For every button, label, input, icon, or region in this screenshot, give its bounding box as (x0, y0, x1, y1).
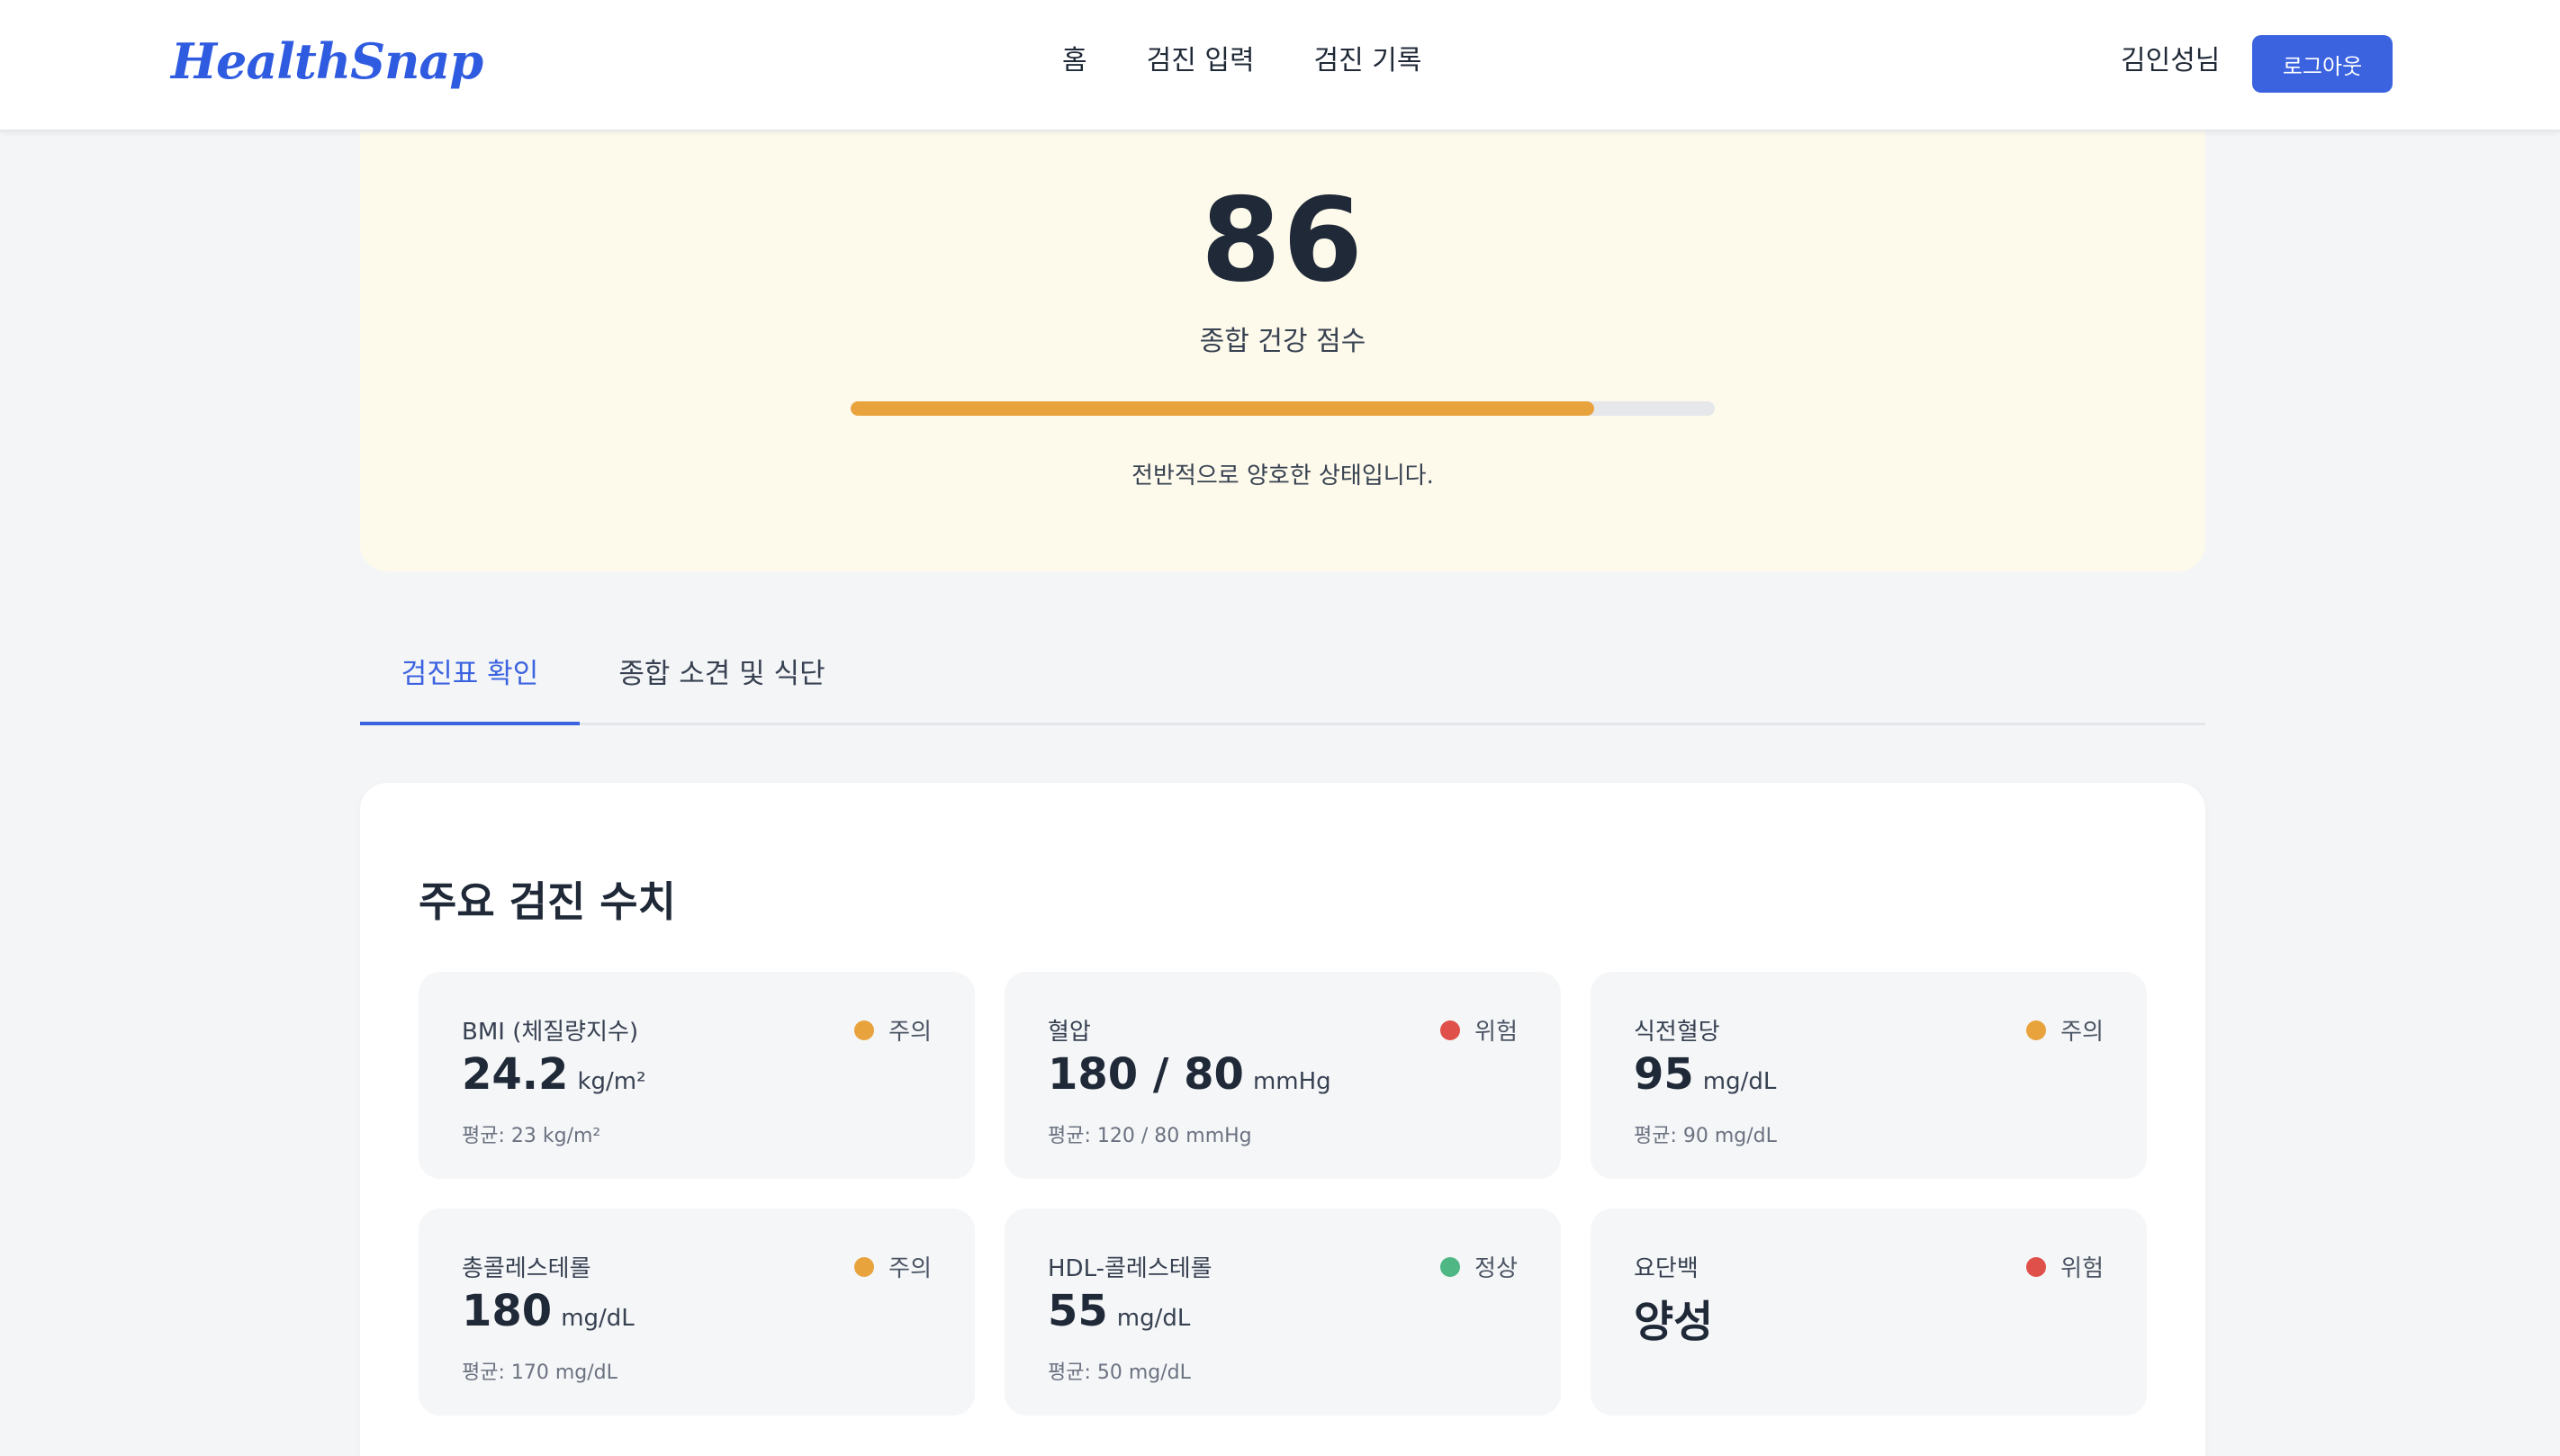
status-badge: 주의 (854, 1013, 932, 1047)
metric-card-fasting-glucose: 식전혈당 주의 95 mg/dL 평균: 90 mg/dL (1591, 972, 2147, 1179)
status-label: 주의 (2060, 1019, 2104, 1046)
health-score-value: 86 (1200, 174, 1366, 308)
healthsnap-logo[interactable]: HealthSnap (171, 32, 483, 90)
metric-name: 총콜레스테롤 (462, 1255, 591, 1282)
metric-average: 평균: 50 mg/dL (1048, 1362, 1191, 1384)
status-label: 정상 (1474, 1255, 1518, 1282)
metric-value: 55 (1048, 1286, 1108, 1336)
metric-average: 평균: 120 / 80 mmHg (1048, 1125, 1252, 1147)
metric-name: 요단백 (1634, 1255, 1699, 1282)
nav-checkup-input-link[interactable]: 검진 입력 (1147, 41, 1255, 81)
metric-value: 양성 (1634, 1297, 1714, 1347)
metric-card-urine-protein: 요단백 위험 양성 (1591, 1209, 2147, 1416)
metric-value-row: 양성 (1634, 1286, 1722, 1349)
metric-name: 식전혈당 (1634, 1019, 1720, 1046)
status-badge: 위험 (2026, 1250, 2104, 1283)
tab-summary-and-diet[interactable]: 종합 소견 및 식단 (580, 625, 864, 725)
metric-card-bmi: BMI (체질량지수) 주의 24.2 kg/m² 평균: 23 kg/m² (419, 972, 975, 1179)
metric-unit: mg/dL (561, 1305, 635, 1332)
status-dot-icon (2026, 1020, 2047, 1040)
metric-unit: kg/m² (577, 1068, 646, 1095)
status-badge: 정상 (1440, 1250, 1518, 1283)
key-metrics-card: 주요 검진 수치 BMI (체질량지수) 주의 24.2 kg/m² 평균: 2… (360, 783, 2205, 1456)
metric-average: 평균: 90 mg/dL (1634, 1125, 1777, 1147)
status-label: 주의 (888, 1255, 932, 1282)
section-title: 주요 검진 수치 (419, 877, 676, 926)
status-dot-icon (1440, 1256, 1461, 1277)
status-label: 주의 (888, 1019, 932, 1046)
metric-unit: mmHg (1252, 1068, 1331, 1095)
status-badge: 주의 (2026, 1013, 2104, 1047)
metrics-grid: BMI (체질량지수) 주의 24.2 kg/m² 평균: 23 kg/m² 혈… (419, 972, 2147, 1416)
metric-unit: mg/dL (1116, 1305, 1191, 1332)
health-score-card: 86 종합 건강 점수 전반적으로 양호한 상태입니다. (360, 90, 2205, 571)
metric-value-row: 180 mg/dL (462, 1286, 635, 1336)
status-dot-icon (854, 1256, 875, 1277)
metric-value: 180 / 80 (1048, 1049, 1244, 1100)
health-score-message: 전반적으로 양호한 상태입니다. (1131, 463, 1434, 490)
user-name: 김인성님 (2121, 45, 2221, 76)
logout-button[interactable]: 로그아웃 (2252, 35, 2393, 93)
main-nav: 홈 검진 입력 검진 기록 (1062, 41, 1421, 81)
tab-checkup-sheet[interactable]: 검진표 확인 (360, 625, 580, 725)
result-tabs: 검진표 확인 종합 소견 및 식단 (360, 625, 2205, 725)
metric-value-row: 95 mg/dL (1634, 1049, 1776, 1100)
status-label: 위험 (2060, 1255, 2104, 1282)
status-badge: 위험 (1440, 1013, 1518, 1047)
top-header: HealthSnap 홈 검진 입력 검진 기록 김인성님 로그아웃 (0, 0, 2560, 131)
metric-name: HDL-콜레스테롤 (1048, 1255, 1212, 1282)
metric-value: 180 (462, 1286, 553, 1336)
metric-card-total-cholesterol: 총콜레스테롤 주의 180 mg/dL 평균: 170 mg/dL (419, 1209, 975, 1416)
metric-average: 평균: 23 kg/m² (462, 1125, 601, 1147)
metric-average: 평균: 170 mg/dL (462, 1362, 617, 1384)
status-badge: 주의 (854, 1250, 932, 1283)
health-score-progress-bar (851, 401, 1715, 416)
metric-value-row: 180 / 80 mmHg (1048, 1049, 1331, 1100)
metric-value-row: 24.2 kg/m² (462, 1049, 646, 1100)
metric-card-hdl-cholesterol: HDL-콜레스테롤 정상 55 mg/dL 평균: 50 mg/dL (1005, 1209, 1561, 1416)
status-label: 위험 (1474, 1019, 1518, 1046)
metric-name: 혈압 (1048, 1019, 1091, 1046)
metric-value-row: 55 mg/dL (1048, 1286, 1190, 1336)
metric-value: 24.2 (462, 1049, 569, 1100)
nav-home-link[interactable]: 홈 (1062, 41, 1087, 81)
metric-unit: mg/dL (1702, 1068, 1777, 1095)
health-score-label: 종합 건강 점수 (1199, 326, 1366, 357)
status-dot-icon (2026, 1256, 2047, 1277)
health-score-progress-fill (851, 401, 1594, 416)
metric-name: BMI (체질량지수) (462, 1019, 639, 1046)
nav-checkup-history-link[interactable]: 검진 기록 (1314, 41, 1422, 81)
metric-card-blood-pressure: 혈압 위험 180 / 80 mmHg 평균: 120 / 80 mmHg (1005, 972, 1561, 1179)
status-dot-icon (1440, 1020, 1461, 1040)
status-dot-icon (854, 1020, 875, 1040)
metric-value: 95 (1634, 1049, 1694, 1100)
